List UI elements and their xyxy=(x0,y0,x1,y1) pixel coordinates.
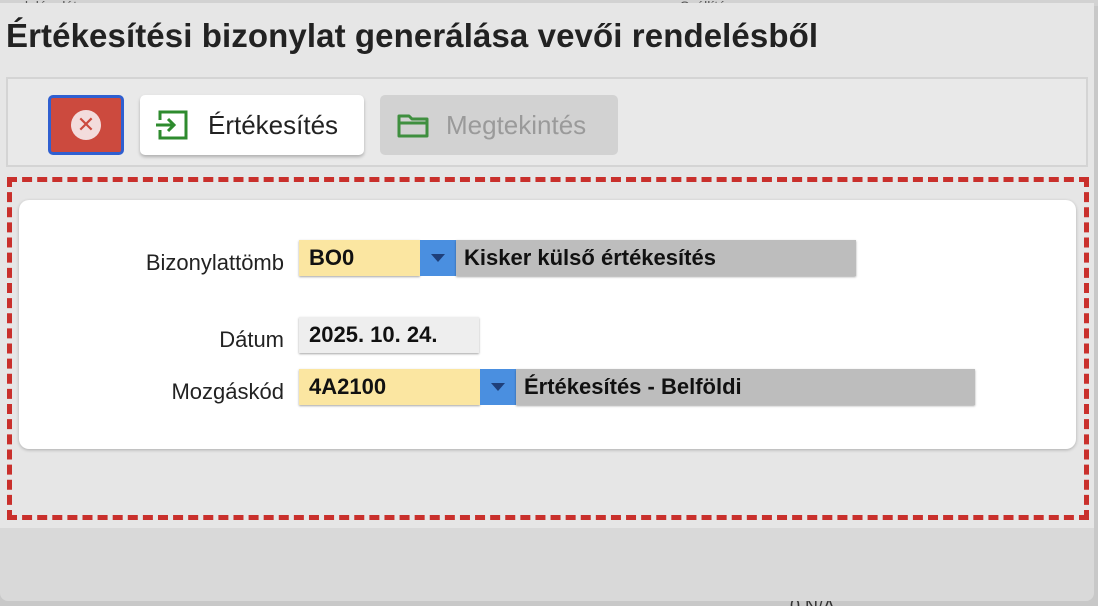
dialog-body: Értékesítési bizonylat generálása vevői … xyxy=(0,3,1094,528)
movement-code-label: Mozgáskód xyxy=(171,379,284,404)
folder-icon xyxy=(397,114,429,138)
movement-code-dropdown-button[interactable] xyxy=(480,369,516,405)
sale-button-label: Értékesítés xyxy=(208,109,339,140)
movement-code-description: Értékesítés - Belföldi xyxy=(516,369,975,405)
enter-arrow-icon xyxy=(154,110,188,140)
caret-down-icon xyxy=(491,383,505,391)
form-card: Bizonylattömb BO0 Kisker külső értékesít… xyxy=(19,200,1076,449)
doc-block-dropdown-button[interactable] xyxy=(420,240,456,276)
view-button-label: Megtekintés xyxy=(446,109,587,140)
date-label: Dátum xyxy=(219,327,284,352)
dialog-title: Értékesítési bizonylat generálása vevői … xyxy=(6,17,819,54)
toolbar: ✕ Értékesítés Megtekintés xyxy=(6,77,1088,167)
caret-down-icon xyxy=(431,254,445,262)
date-input[interactable]: 2025. 10. 24. xyxy=(299,317,479,353)
close-button[interactable]: ✕ xyxy=(48,95,124,155)
view-button[interactable]: Megtekintés xyxy=(380,95,618,155)
sale-button[interactable]: Értékesítés xyxy=(140,95,364,155)
doc-block-description: Kisker külső értékesítés xyxy=(456,240,856,276)
doc-block-code-input[interactable]: BO0 xyxy=(299,240,420,276)
modal-dialog: Értékesítési bizonylat generálása vevői … xyxy=(0,3,1094,601)
close-circle-icon: ✕ xyxy=(71,110,101,140)
doc-block-label: Bizonylattömb xyxy=(145,250,284,275)
movement-code-input[interactable]: 4A2100 xyxy=(299,369,480,405)
